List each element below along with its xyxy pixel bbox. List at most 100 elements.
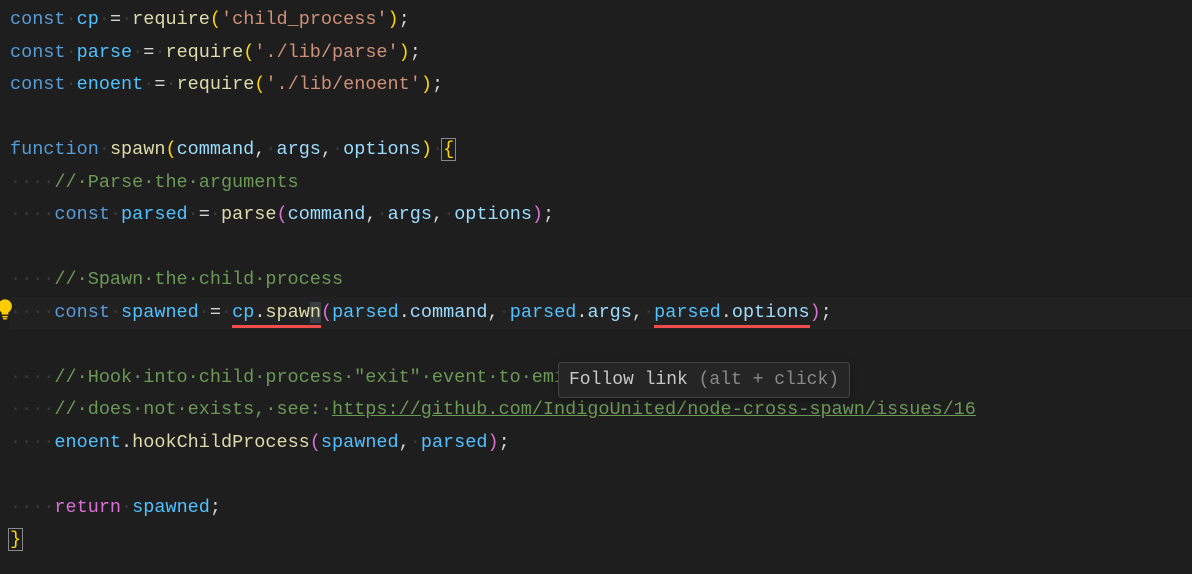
code-line[interactable]: } [10,524,1192,557]
paren: ( [310,432,321,453]
variable: parsed [510,302,577,323]
code-line[interactable]: ····//·Spawn·the·child·process [10,264,1192,297]
brace-close: } [8,528,23,551]
paren: ( [277,204,288,225]
method: spaw [265,302,309,323]
lightbulb-icon[interactable] [0,298,16,320]
semicolon: ; [821,302,832,323]
whitespace: · [66,42,77,63]
property: options [732,302,810,323]
hover-tooltip: Follow link (alt + click) [558,362,850,398]
whitespace: · [143,74,154,95]
function-name: spawn [110,139,166,160]
error-underline[interactable]: cp.spawn [232,302,321,328]
whitespace: · [121,9,132,30]
property: command [410,302,488,323]
tooltip-label: Follow link [569,370,688,390]
paren: ( [321,302,332,323]
code-line[interactable]: function·spawn(command,·args,·options)·{ [10,134,1192,167]
semicolon: ; [499,432,510,453]
indent: ···· [10,367,54,388]
operator: = [154,74,165,95]
code-line-empty[interactable] [10,232,1192,265]
whitespace: · [121,497,132,518]
code-line-active[interactable]: ····const·spawned·=·cp.spawn(parsed.comm… [10,297,1192,330]
indent: ···· [10,302,54,323]
keyword: return [54,497,121,518]
dot: . [254,302,265,323]
comma: , [488,302,499,323]
variable: spawned [121,302,199,323]
variable: spawned [132,497,210,518]
comment: //·does·not·exists,·see:· [54,399,332,420]
indent: ···· [10,399,54,420]
paren: ) [810,302,821,323]
operator: = [143,42,154,63]
error-underline[interactable]: parsed.options [654,302,809,328]
indent: ···· [10,497,54,518]
comma: , [399,432,410,453]
comment: //·Parse·the·arguments [54,172,298,193]
paren: ) [399,42,410,63]
whitespace: · [99,9,110,30]
function-call: parse [221,204,277,225]
variable: enoent [54,432,121,453]
whitespace: · [376,204,387,225]
semicolon: ; [432,74,443,95]
paren: ) [487,432,498,453]
variable: cp [77,9,99,30]
semicolon: ; [210,497,221,518]
indent: ···· [10,269,54,290]
paren: ( [210,9,221,30]
whitespace: · [199,302,210,323]
operator: = [199,204,210,225]
whitespace: · [210,204,221,225]
paren: ) [421,74,432,95]
indent: ···· [10,204,54,225]
semicolon: ; [399,9,410,30]
string: './lib/enoent' [265,74,420,95]
variable: enoent [77,74,144,95]
variable: parsed [421,432,488,453]
variable: options [454,204,532,225]
method: hookChildProcess [132,432,310,453]
code-line-empty[interactable] [10,329,1192,362]
comma: , [321,139,332,160]
whitespace: · [332,139,343,160]
paren: ( [165,139,176,160]
dot: . [721,302,732,323]
operator: = [210,302,221,323]
comma: , [632,302,643,323]
variable: parsed [654,302,721,323]
variable: parsed [332,302,399,323]
code-line[interactable]: ····//·Parse·the·arguments [10,167,1192,200]
tooltip-hint: (alt + click) [688,370,839,390]
whitespace: · [221,302,232,323]
code-line[interactable]: ····//·does·not·exists,·see:·https://git… [10,394,1192,427]
whitespace: · [154,42,165,63]
variable: parse [77,42,133,63]
parameter: args [277,139,321,160]
whitespace: · [410,432,421,453]
code-line[interactable]: const·enoent·=·require('./lib/enoent'); [10,69,1192,102]
keyword: const [10,42,66,63]
code-line[interactable]: ····const·parsed·=·parse(command,·args,·… [10,199,1192,232]
code-editor[interactable]: const·cp·=·require('child_process'); con… [0,0,1192,557]
code-line[interactable]: const·cp·=·require('child_process'); [10,4,1192,37]
selection: n [310,302,321,323]
whitespace: · [66,9,77,30]
whitespace: · [132,42,143,63]
code-line[interactable]: ····enoent.hookChildProcess(spawned,·par… [10,427,1192,460]
code-line-empty[interactable] [10,102,1192,135]
keyword: const [54,302,110,323]
indent: ···· [10,172,54,193]
whitespace: · [110,204,121,225]
variable: command [288,204,366,225]
keyword: const [10,9,66,30]
code-line[interactable]: const·parse·=·require('./lib/parse'); [10,37,1192,70]
whitespace: · [99,139,110,160]
code-line-empty[interactable] [10,459,1192,492]
code-line[interactable]: ····return·spawned; [10,492,1192,525]
keyword: function [10,139,99,160]
url-link[interactable]: https://github.com/IndigoUnited/node-cro… [332,399,976,420]
